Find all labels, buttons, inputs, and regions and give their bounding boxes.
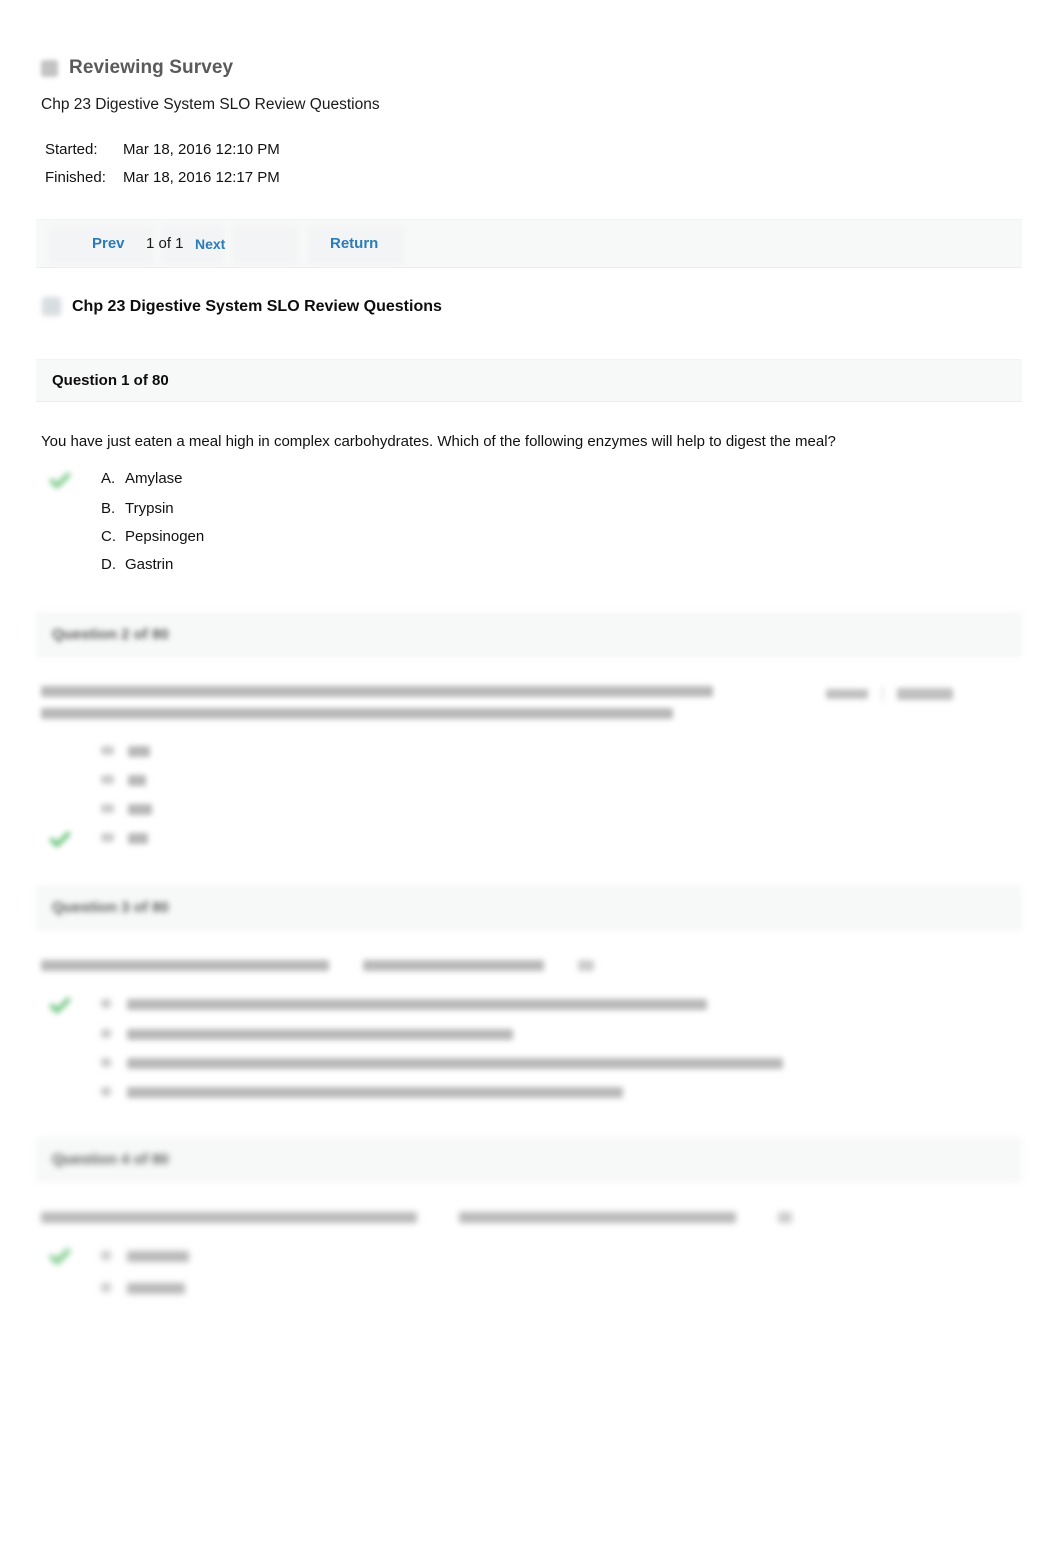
option-row[interactable]: B. Trypsin xyxy=(41,500,541,528)
correct-answer-icon xyxy=(49,997,71,1015)
next-button[interactable]: Next xyxy=(195,236,225,252)
question-3-header-label: Question 3 of 80 xyxy=(52,899,169,916)
option-row[interactable] xyxy=(41,1246,441,1278)
option-letter: D. xyxy=(101,556,116,573)
prev-button[interactable]: Prev xyxy=(92,235,125,252)
finished-row: Finished: Mar 18, 2016 12:17 PM xyxy=(45,167,280,189)
option-text: Amylase xyxy=(125,470,183,487)
option-text: Gastrin xyxy=(125,556,174,573)
question-2-options xyxy=(41,742,441,858)
question-3-options xyxy=(41,995,841,1112)
finished-label: Finished: xyxy=(45,168,106,186)
pagination-toolbar: Prev 1 of 1 Next Return xyxy=(36,219,1022,268)
page-header: Reviewing Survey xyxy=(41,57,233,79)
quiz-icon xyxy=(42,297,61,316)
survey-subtitle: Chp 23 Digestive System SLO Review Quest… xyxy=(41,96,380,113)
correct-answer-icon xyxy=(49,472,71,490)
finished-value: Mar 18, 2016 12:17 PM xyxy=(123,168,280,186)
started-label: Started: xyxy=(45,141,98,158)
option-row[interactable] xyxy=(41,1278,441,1310)
question-2-text xyxy=(41,686,721,719)
option-letter: C. xyxy=(101,528,116,545)
question-1-options: A. Amylase B. Trypsin C. Pepsinogen D. G… xyxy=(41,470,541,584)
timing-block: Started: Mar 18, 2016 12:10 PM Finished:… xyxy=(45,139,280,195)
option-row[interactable] xyxy=(41,1083,841,1112)
option-row[interactable] xyxy=(41,742,441,771)
toolbar-block-3 xyxy=(232,226,298,264)
question-1-header: Question 1 of 80 xyxy=(36,359,1022,402)
page-title: Reviewing Survey xyxy=(69,57,234,78)
option-row[interactable] xyxy=(41,771,441,800)
option-row[interactable]: A. Amylase xyxy=(41,470,541,500)
question-2-header-label: Question 2 of 80 xyxy=(52,626,169,643)
return-button[interactable]: Return xyxy=(330,235,378,252)
option-letter: A. xyxy=(101,470,116,487)
option-row[interactable] xyxy=(41,829,441,858)
option-text: Pepsinogen xyxy=(125,528,205,545)
survey-review-page: Reviewing Survey Chp 23 Digestive System… xyxy=(0,0,1062,1556)
page-counter: 1 of 1 xyxy=(146,235,184,252)
started-value: Mar 18, 2016 12:10 PM xyxy=(123,141,280,158)
option-row[interactable] xyxy=(41,1054,841,1083)
option-letter: B. xyxy=(101,500,116,517)
question-2-meta xyxy=(826,686,953,702)
question-4-text xyxy=(41,1212,801,1223)
option-row[interactable] xyxy=(41,995,841,1025)
question-3-header: Question 3 of 80 xyxy=(36,886,1022,929)
option-row[interactable]: C. Pepsinogen xyxy=(41,528,541,556)
question-3-text xyxy=(41,960,661,971)
survey-icon xyxy=(41,59,58,77)
question-1-header-label: Question 1 of 80 xyxy=(52,372,169,389)
option-row[interactable] xyxy=(41,1025,841,1054)
correct-answer-icon xyxy=(49,831,71,849)
question-1-text: You have just eaten a meal high in compl… xyxy=(41,433,836,450)
started-row: Started: Mar 18, 2016 12:10 PM xyxy=(45,139,280,161)
question-4-options xyxy=(41,1246,441,1310)
option-row[interactable] xyxy=(41,800,441,829)
question-4-header-label: Question 4 of 80 xyxy=(52,1151,169,1168)
quiz-title: Chp 23 Digestive System SLO Review Quest… xyxy=(72,297,442,315)
option-text: Trypsin xyxy=(125,500,174,517)
question-2-header: Question 2 of 80 xyxy=(36,613,1022,656)
question-4-header: Question 4 of 80 xyxy=(36,1138,1022,1181)
correct-answer-icon xyxy=(49,1248,71,1266)
quiz-title-row: Chp 23 Digestive System SLO Review Quest… xyxy=(42,297,442,316)
option-row[interactable]: D. Gastrin xyxy=(41,556,541,584)
